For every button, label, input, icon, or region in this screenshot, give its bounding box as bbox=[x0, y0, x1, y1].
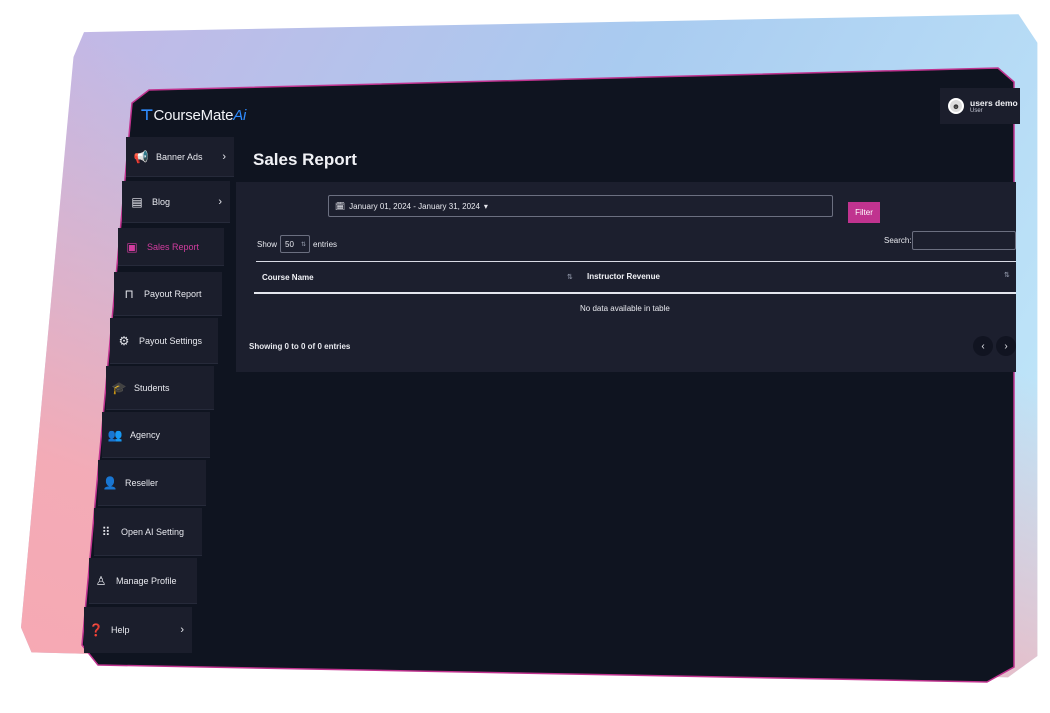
grid-icon: ⠿ bbox=[101, 524, 111, 539]
table-info: Showing 0 to 0 of 0 entries bbox=[249, 342, 351, 351]
pagination-previous-button[interactable]: ‹ bbox=[973, 336, 993, 356]
select-arrows-icon: ⇅ bbox=[300, 241, 307, 248]
sidebar-item-banner-ads[interactable]: 📢 Banner Ads › bbox=[126, 137, 234, 177]
sidebar-item-sales-report[interactable]: ▣ Sales Report bbox=[118, 228, 224, 266]
date-range-value: January 01, 2024 - January 31, 2024 bbox=[349, 201, 480, 211]
filter-button[interactable]: Filter bbox=[848, 202, 880, 223]
chevron-left-icon: ‹ bbox=[981, 340, 985, 352]
chevron-right-icon: › bbox=[1004, 340, 1008, 352]
sidebar-item-help[interactable]: ❓ Help › bbox=[84, 607, 192, 653]
search-label: Search: bbox=[884, 236, 912, 245]
user-icon: ♙ bbox=[95, 573, 107, 588]
column-header-instructor-revenue[interactable]: Instructor Revenue bbox=[587, 272, 660, 281]
empty-table-message: No data available in table bbox=[580, 304, 670, 313]
date-range-picker[interactable]: 🗓 January 01, 2024 - January 31, 2024 ▾ bbox=[328, 195, 833, 217]
search-input[interactable] bbox=[912, 231, 1016, 250]
table-header-bottom-border bbox=[254, 292, 1016, 294]
sidebar-item-manage-profile[interactable]: ♙ Manage Profile bbox=[89, 558, 197, 604]
chevron-right-icon: › bbox=[180, 624, 184, 636]
bag-icon: ⊓ bbox=[124, 286, 134, 301]
sidebar-item-blog[interactable]: ▤ Blog › bbox=[122, 181, 230, 223]
logo-mark-icon: ⊤ bbox=[140, 107, 154, 124]
chevron-right-icon: › bbox=[218, 195, 222, 208]
sidebar-item-reseller[interactable]: 👤 Reseller bbox=[98, 460, 206, 506]
chevron-right-icon: › bbox=[222, 150, 226, 163]
user-menu[interactable]: ☻ users demo User bbox=[940, 88, 1020, 124]
user-check-icon: 👤 bbox=[102, 475, 118, 490]
sidebar-item-students[interactable]: 🎓 Students bbox=[106, 366, 214, 410]
caret-down-icon: ▾ bbox=[483, 201, 488, 211]
question-icon: ❓ bbox=[88, 623, 104, 637]
sort-icon: ⇅ bbox=[1004, 272, 1010, 279]
sort-icon: ⇅ bbox=[567, 274, 573, 281]
table-header-top-border bbox=[256, 261, 1016, 262]
app-logo[interactable]: ⊤CourseMateAi bbox=[140, 106, 246, 124]
sidebar-item-open-ai-setting[interactable]: ⠿ Open AI Setting bbox=[94, 508, 202, 556]
clipboard-icon: ▣ bbox=[126, 239, 138, 254]
sidebar-item-payout-settings[interactable]: ⚙ Payout Settings bbox=[110, 318, 218, 364]
calendar-icon: 🗓 bbox=[335, 201, 346, 211]
pagination-next-button[interactable]: › bbox=[996, 336, 1016, 356]
user-role: User bbox=[970, 108, 983, 114]
users-icon: 👥 bbox=[107, 427, 123, 442]
column-header-course-name[interactable]: Course Name bbox=[262, 273, 314, 282]
entries-length-control: Show 50 ⇅ entries bbox=[257, 235, 337, 253]
page-title: Sales Report bbox=[253, 150, 357, 169]
sidebar-item-agency[interactable]: 👥 Agency bbox=[102, 412, 210, 458]
entries-select[interactable]: 50 ⇅ bbox=[280, 235, 311, 253]
user-name: users demo bbox=[970, 98, 1018, 108]
gear-icon: ⚙ bbox=[118, 333, 130, 348]
avatar: ☻ bbox=[948, 98, 964, 114]
document-icon: ▤ bbox=[131, 194, 143, 209]
graduation-cap-icon: 🎓 bbox=[111, 380, 127, 395]
megaphone-icon: 📢 bbox=[133, 149, 149, 164]
sidebar-item-payout-report[interactable]: ⊓ Payout Report bbox=[114, 272, 222, 316]
